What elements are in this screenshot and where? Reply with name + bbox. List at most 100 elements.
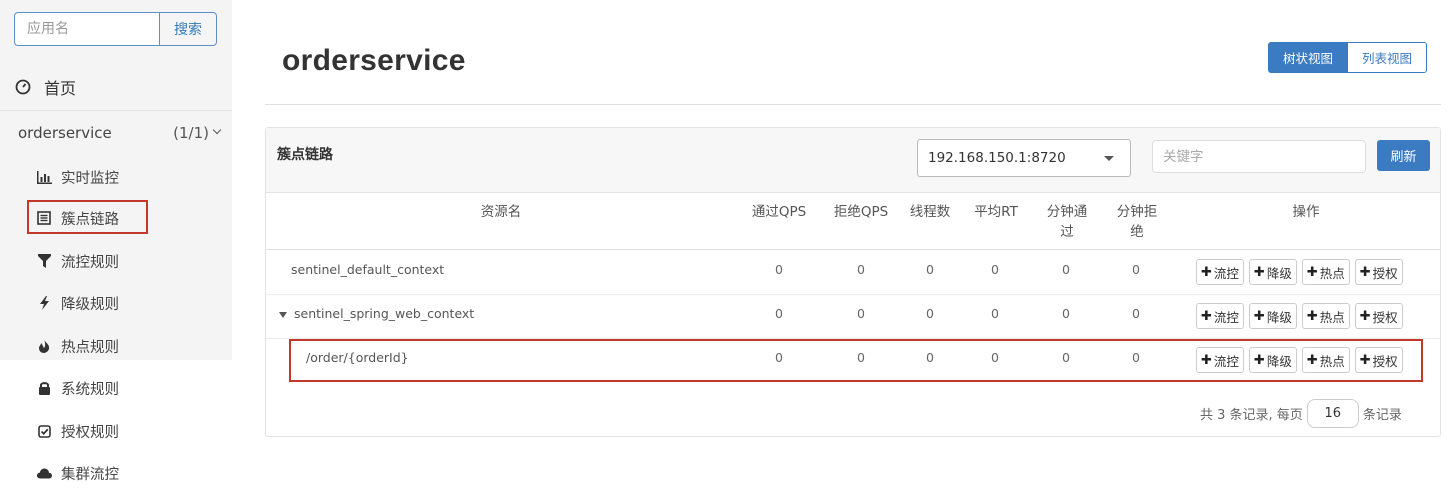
add-degrade-rule-button[interactable]: ✚ 降级 <box>1248 303 1297 329</box>
app-count-wrap: (1/1) <box>173 124 222 142</box>
sidebar-item-label: 流控规则 <box>61 254 119 271</box>
app-name: orderservice <box>18 124 112 142</box>
sidebar-item-label: 热点规则 <box>61 339 119 356</box>
sidebar-divider <box>0 110 232 111</box>
op-label: 热点 <box>1319 309 1345 325</box>
block-qps: 0 <box>857 306 865 321</box>
plus-icon: ✚ <box>1359 264 1371 280</box>
op-label: 授权 <box>1372 309 1398 325</box>
resource-name-wrap[interactable]: sentinel_spring_web_context <box>279 306 474 321</box>
header-pass-qps: 通过QPS <box>751 204 807 220</box>
app-search: 搜索 <box>14 12 217 46</box>
minute-pass: 0 <box>1062 262 1070 277</box>
op-label: 降级 <box>1266 309 1292 325</box>
add-flow-rule-button[interactable]: ✚ 流控 <box>1196 303 1244 329</box>
sidebar-item-label: 实时监控 <box>61 170 119 187</box>
sidebar-item-label: 系统规则 <box>61 381 119 398</box>
sidebar-item-hotspot-rules[interactable]: 热点规则 <box>36 333 119 359</box>
header-resource: 资源名 <box>480 204 522 220</box>
machine-select-value: 192.168.150.1:8720 <box>928 150 1066 166</box>
panel-title: 簇点链路 <box>277 147 333 163</box>
cluster-link-panel: 簇点链路 192.168.150.1:8720 刷新 资源名 通过QPS 拒绝Q… <box>265 127 1441 437</box>
sidebar-item-degrade-rules[interactable]: 降级规则 <box>36 290 119 316</box>
bar-chart-icon <box>36 169 52 185</box>
cloud-icon <box>36 465 52 481</box>
op-label: 流控 <box>1213 265 1239 281</box>
pagination: 共 3 条记录, 每页 条记录 <box>1200 399 1402 428</box>
row-actions: ✚ 流控 ✚ 降级 ✚ 热点 ✚ 授权 <box>1196 259 1403 285</box>
plus-icon: ✚ <box>1201 308 1212 324</box>
add-auth-rule-button[interactable]: ✚ 授权 <box>1354 303 1403 329</box>
page-size-input[interactable] <box>1306 399 1359 428</box>
panel-header: 簇点链路 192.168.150.1:8720 刷新 <box>266 128 1440 193</box>
machine-select[interactable]: 192.168.150.1:8720 <box>917 139 1131 177</box>
page-title: orderservice <box>282 44 466 77</box>
op-label: 热点 <box>1319 265 1345 281</box>
home-link[interactable]: 首页 <box>14 72 76 102</box>
view-toggle: 树状视图 列表视图 <box>1268 42 1428 73</box>
keyword-input[interactable] <box>1152 140 1366 173</box>
pass-qps: 0 <box>775 262 783 277</box>
add-flow-rule-button[interactable]: ✚ 流控 <box>1196 259 1244 285</box>
minute-pass: 0 <box>1062 306 1070 321</box>
plus-icon: ✚ <box>1306 308 1318 324</box>
sidebar-item-system-rules[interactable]: 系统规则 <box>36 375 119 401</box>
check-icon <box>36 423 52 439</box>
chevron-down-icon <box>212 125 222 135</box>
plus-icon: ✚ <box>1306 264 1318 280</box>
caret-down-icon <box>1104 156 1114 161</box>
sidebar-item-label: 集群流控 <box>61 466 119 483</box>
search-button[interactable]: 搜索 <box>159 12 217 46</box>
minute-block: 0 <box>1132 262 1140 277</box>
sidebar-item-cluster-flow[interactable]: 集群流控 <box>36 460 119 486</box>
header-avg-rt: 平均RT <box>974 204 1018 220</box>
header-threads: 线程数 <box>909 204 951 220</box>
op-label: 授权 <box>1372 265 1398 281</box>
minute-block: 0 <box>1132 306 1140 321</box>
list-view-button[interactable]: 列表视图 <box>1348 42 1428 73</box>
add-hotspot-rule-button[interactable]: ✚ 热点 <box>1301 303 1350 329</box>
plus-icon: ✚ <box>1201 264 1212 280</box>
row-highlight-box <box>289 339 1423 382</box>
filter-icon <box>36 253 52 269</box>
add-auth-rule-button[interactable]: ✚ 授权 <box>1354 259 1403 285</box>
add-degrade-rule-button[interactable]: ✚ 降级 <box>1248 259 1297 285</box>
threads: 0 <box>926 306 934 321</box>
pager-prefix: 共 3 条记录, 每页 <box>1200 408 1303 423</box>
header-ops: 操作 <box>1292 204 1320 220</box>
home-label: 首页 <box>44 79 77 98</box>
app-search-input[interactable] <box>14 12 159 46</box>
header-block-qps: 拒绝QPS <box>833 204 889 220</box>
avg-rt: 0 <box>991 306 999 321</box>
title-divider <box>265 104 1441 105</box>
sidebar: 搜索 首页 orderservice (1/1) 实时监控 簇点链路 流控规则 <box>0 0 232 491</box>
app-machine-count: (1/1) <box>173 124 209 142</box>
resource-name: sentinel_default_context <box>291 262 445 277</box>
fire-icon <box>36 338 52 354</box>
table-row: sentinel_default_context 0 0 0 0 0 0 ✚ 流控… <box>266 251 1440 295</box>
sidebar-item-flow-rules[interactable]: 流控规则 <box>36 248 119 274</box>
block-qps: 0 <box>857 262 865 277</box>
dashboard-icon <box>14 78 32 96</box>
lock-icon <box>36 380 52 396</box>
add-hotspot-rule-button[interactable]: ✚ 热点 <box>1301 259 1350 285</box>
avg-rt: 0 <box>991 262 999 277</box>
flash-icon <box>36 295 52 311</box>
sidebar-item-auth-rules[interactable]: 授权规则 <box>36 418 119 444</box>
sidebar-item-label: 降级规则 <box>61 296 119 313</box>
tree-view-button[interactable]: 树状视图 <box>1268 42 1349 73</box>
threads: 0 <box>926 262 934 277</box>
collapse-triangle-icon[interactable] <box>279 311 287 318</box>
plus-icon: ✚ <box>1253 308 1265 324</box>
header-minute-pass: 分钟通过 <box>1046 204 1088 240</box>
pass-qps: 0 <box>775 306 783 321</box>
sidebar-item-label: 授权规则 <box>61 424 119 441</box>
refresh-button[interactable]: 刷新 <box>1377 140 1430 171</box>
sidebar-item-realtime-monitor[interactable]: 实时监控 <box>36 164 119 190</box>
active-item-highlight <box>27 200 148 234</box>
app-selector[interactable]: orderservice (1/1) <box>18 120 222 146</box>
header-minute-block: 分钟拒绝 <box>1116 204 1158 240</box>
row-actions: ✚ 流控 ✚ 降级 ✚ 热点 ✚ 授权 <box>1196 303 1403 329</box>
resource-name: sentinel_spring_web_context <box>294 306 475 321</box>
op-label: 降级 <box>1266 265 1292 281</box>
